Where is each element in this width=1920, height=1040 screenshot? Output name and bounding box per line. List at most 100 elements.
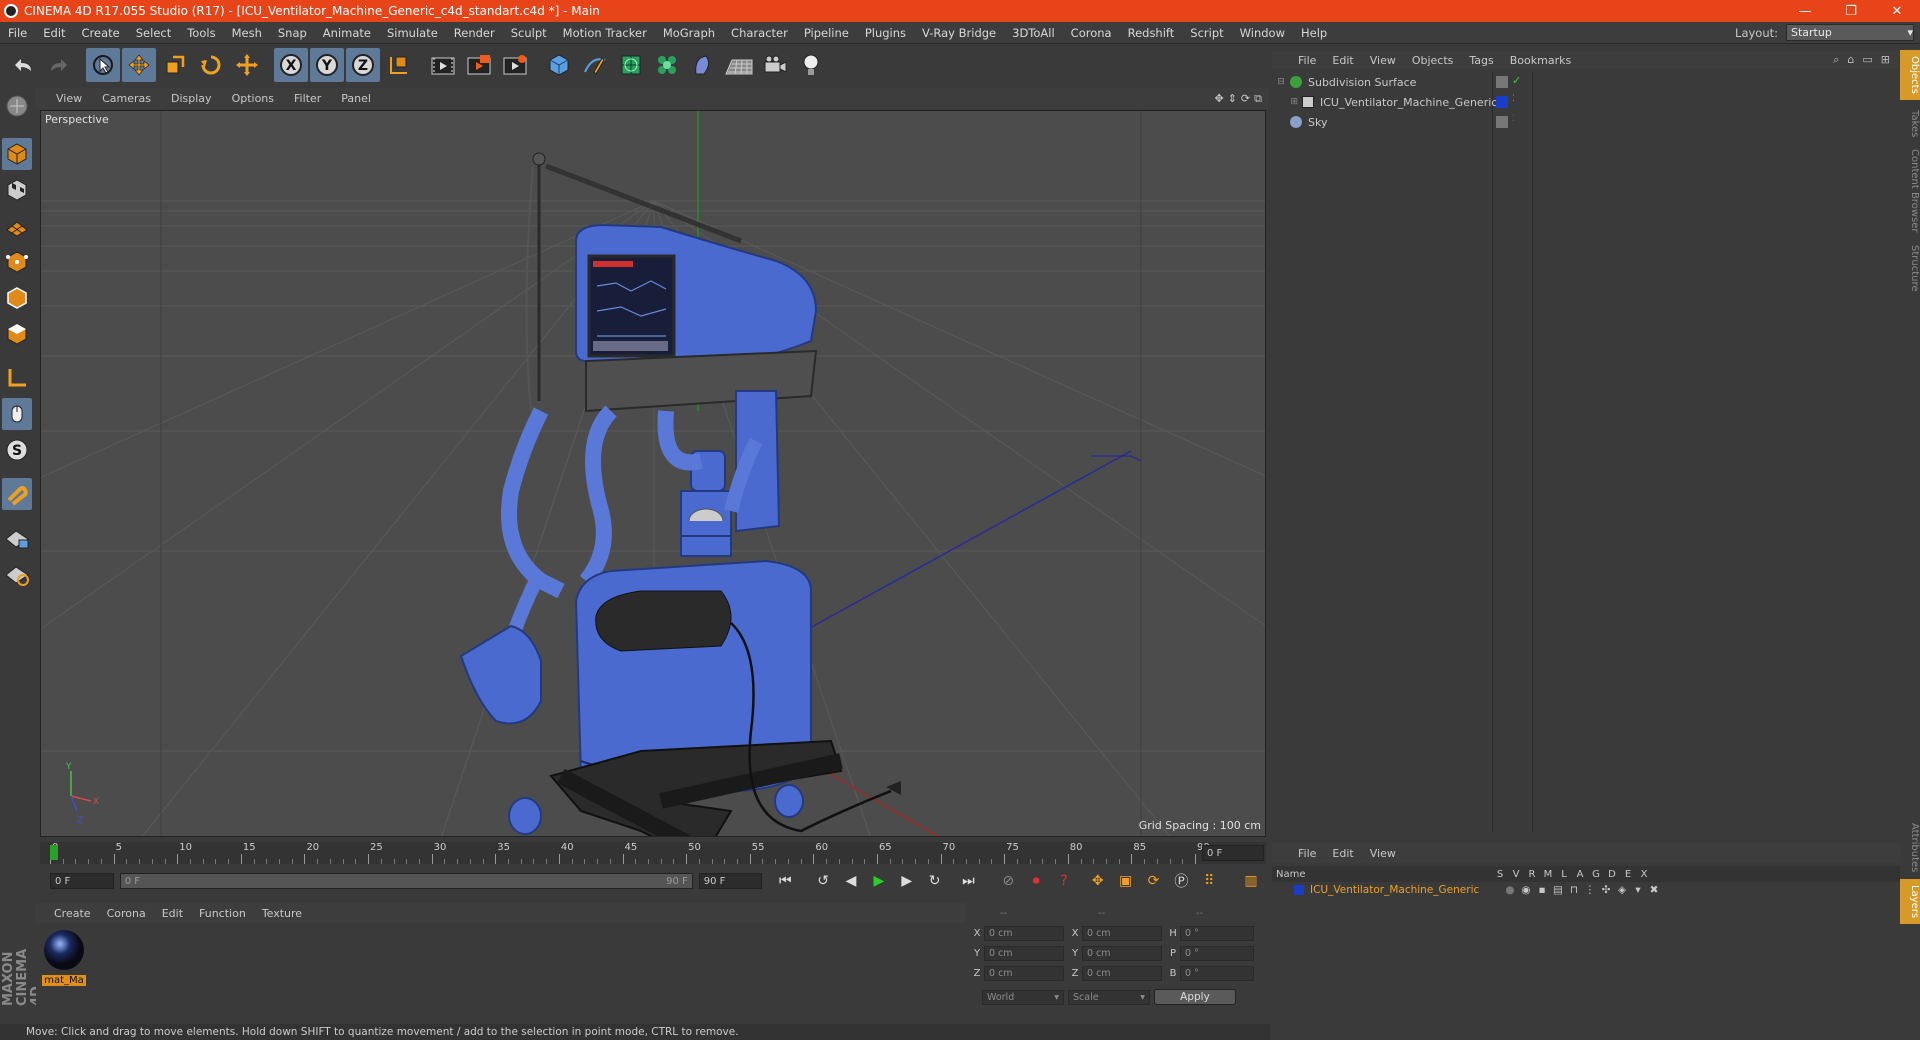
light-icon[interactable] [794, 48, 828, 82]
menu-redshift[interactable]: Redshift [1120, 26, 1183, 40]
material-menu-edit[interactable]: Edit [154, 907, 191, 920]
viewport-menu-view[interactable]: View [46, 92, 92, 105]
pen-spline-icon[interactable] [578, 48, 612, 82]
menu-help[interactable]: Help [1293, 26, 1335, 40]
deformer-icon[interactable] [686, 48, 720, 82]
material-menu-function[interactable]: Function [191, 907, 254, 920]
orbit-view-icon[interactable]: ⟳ [1241, 92, 1250, 106]
play-forward-icon[interactable]: ▶ [866, 868, 892, 894]
subdivision-icon[interactable] [614, 48, 648, 82]
xref-toggle-icon[interactable]: ✖ [1646, 884, 1662, 896]
layer-menu-view[interactable]: View [1362, 847, 1404, 860]
undo-icon[interactable] [6, 48, 40, 82]
material-menu-texture[interactable]: Texture [254, 907, 310, 920]
y-axis-icon[interactable]: Y [310, 48, 344, 82]
layer-color-swatch[interactable] [1294, 885, 1304, 895]
menu-pipeline[interactable]: Pipeline [796, 26, 857, 40]
timeline-ruler[interactable]: 051015202530354045505560657075808590 0 F [40, 842, 1266, 864]
size-z-field[interactable]: 0 cm [1082, 965, 1162, 981]
position-x-field[interactable]: 0 cm [984, 925, 1064, 941]
tab-attributes[interactable]: Attributes [1900, 817, 1920, 878]
manager-toggle-icon[interactable]: ▤ [1550, 884, 1566, 896]
expand-icon[interactable]: ⊞ [1272, 97, 1302, 107]
viewport-menu-options[interactable]: Options [222, 92, 284, 105]
solo-toggle-icon[interactable]: ● [1502, 884, 1518, 896]
record-active-icon[interactable]: ⊘ [995, 868, 1021, 894]
generators-toggle-icon[interactable]: ✣ [1598, 884, 1614, 896]
tab-structure[interactable]: Structure [1900, 239, 1920, 298]
coord-system-select[interactable]: World ▾ [982, 989, 1064, 1005]
next-frame-icon[interactable]: ▶ [894, 868, 920, 894]
ventilator-model[interactable] [459, 152, 901, 837]
material-menu-corona[interactable]: Corona [99, 907, 154, 920]
layer-menu-edit[interactable]: Edit [1324, 847, 1361, 860]
start-frame-field[interactable]: 0 F [50, 873, 114, 889]
maximize-button[interactable]: ❐ [1828, 4, 1874, 19]
tab-takes[interactable]: Takes [1900, 104, 1920, 143]
home-icon[interactable]: ⌂ [1847, 53, 1854, 67]
frame-range-slider[interactable]: 0 F 90 F [119, 873, 693, 889]
new-view-icon[interactable]: ▭ [1862, 53, 1872, 67]
make-editable-icon[interactable] [2, 90, 32, 122]
edges-mode-icon[interactable] [2, 282, 32, 314]
rotate-icon[interactable] [194, 48, 228, 82]
menu-window[interactable]: Window [1232, 26, 1293, 40]
key-position-icon[interactable]: ✥ [1085, 868, 1111, 894]
timeline-window-icon[interactable]: ▥ [1238, 868, 1264, 894]
object-row-sky[interactable]: Sky ⁚ [1272, 112, 1900, 132]
viewport-menu-panel[interactable]: Panel [331, 92, 381, 105]
live-select-icon[interactable] [230, 48, 264, 82]
snapping-icon[interactable]: S [2, 434, 32, 466]
viewport-menu-display[interactable]: Display [161, 92, 222, 105]
maximize-view-icon[interactable]: ⧉ [1254, 92, 1262, 106]
key-pla-icon[interactable]: ⠿ [1196, 868, 1222, 894]
cloner-icon[interactable] [650, 48, 684, 82]
autokey-icon[interactable]: ⏺ [1023, 868, 1049, 894]
menu-tools[interactable]: Tools [179, 26, 223, 40]
menu-simulate[interactable]: Simulate [379, 26, 446, 40]
menu-vray-bridge[interactable]: V-Ray Bridge [914, 26, 1004, 40]
visible-editor-icon[interactable]: ◉ [1518, 884, 1534, 896]
workplane-mode-icon[interactable] [2, 210, 32, 242]
tab-objects[interactable]: Objects [1900, 50, 1920, 100]
move-icon[interactable] [122, 48, 156, 82]
menu-3dtoall[interactable]: 3DToAll [1004, 26, 1063, 40]
axis-mode-icon[interactable] [2, 362, 32, 394]
minimize-button[interactable]: — [1782, 4, 1828, 19]
object-row-ventilator[interactable]: ⊞ ICU_Ventilator_Machine_Generic ⁚ [1272, 92, 1900, 112]
lock-toggle-icon[interactable]: ⊓ [1566, 884, 1582, 896]
object-menu-objects[interactable]: Objects [1404, 54, 1462, 67]
tab-layers[interactable]: Layers [1900, 878, 1920, 924]
collapse-icon[interactable]: ⊟ [1272, 77, 1290, 87]
object-menu-tags[interactable]: Tags [1461, 54, 1501, 67]
position-z-field[interactable]: 0 cm [984, 965, 1064, 981]
magnet-icon[interactable] [2, 478, 32, 510]
size-mode-select[interactable]: Scale ▾ [1068, 989, 1150, 1005]
menu-animate[interactable]: Animate [315, 26, 379, 40]
rotation-p-field[interactable]: 0 ° [1180, 945, 1254, 961]
world-coord-icon[interactable] [382, 48, 416, 82]
expressions-toggle-icon[interactable]: ▾ [1630, 884, 1646, 896]
keyframe-selection-icon[interactable]: ? [1051, 868, 1077, 894]
select-arrow-icon[interactable] [86, 48, 120, 82]
menu-motion-tracker[interactable]: Motion Tracker [555, 26, 655, 40]
menu-character[interactable]: Character [723, 26, 796, 40]
viewport-menu-filter[interactable]: Filter [284, 92, 331, 105]
model-mode-icon[interactable] [2, 138, 32, 170]
end-frame-field[interactable]: 90 F [698, 873, 763, 889]
key-rotation-icon[interactable]: ⟳ [1141, 868, 1167, 894]
object-menu-view[interactable]: View [1362, 54, 1404, 67]
next-key-icon[interactable]: ↻ [922, 868, 948, 894]
menu-mograph[interactable]: MoGraph [655, 26, 723, 40]
current-frame-field[interactable]: 0 F [1202, 845, 1264, 861]
enabled-check-icon[interactable]: ✓ [1512, 74, 1521, 87]
previous-key-icon[interactable]: ↺ [810, 868, 836, 894]
animation-toggle-icon[interactable]: ⋮ [1582, 884, 1598, 896]
menu-mesh[interactable]: Mesh [224, 26, 270, 40]
tab-content-browser[interactable]: Content Browser [1900, 143, 1920, 238]
menu-edit[interactable]: Edit [35, 26, 73, 40]
visibility-dots-icon[interactable]: ⁚ [1512, 94, 1515, 104]
redo-icon[interactable] [42, 48, 76, 82]
planar-workplane-icon[interactable] [2, 558, 32, 590]
locked-workplane-icon[interactable] [2, 522, 32, 554]
